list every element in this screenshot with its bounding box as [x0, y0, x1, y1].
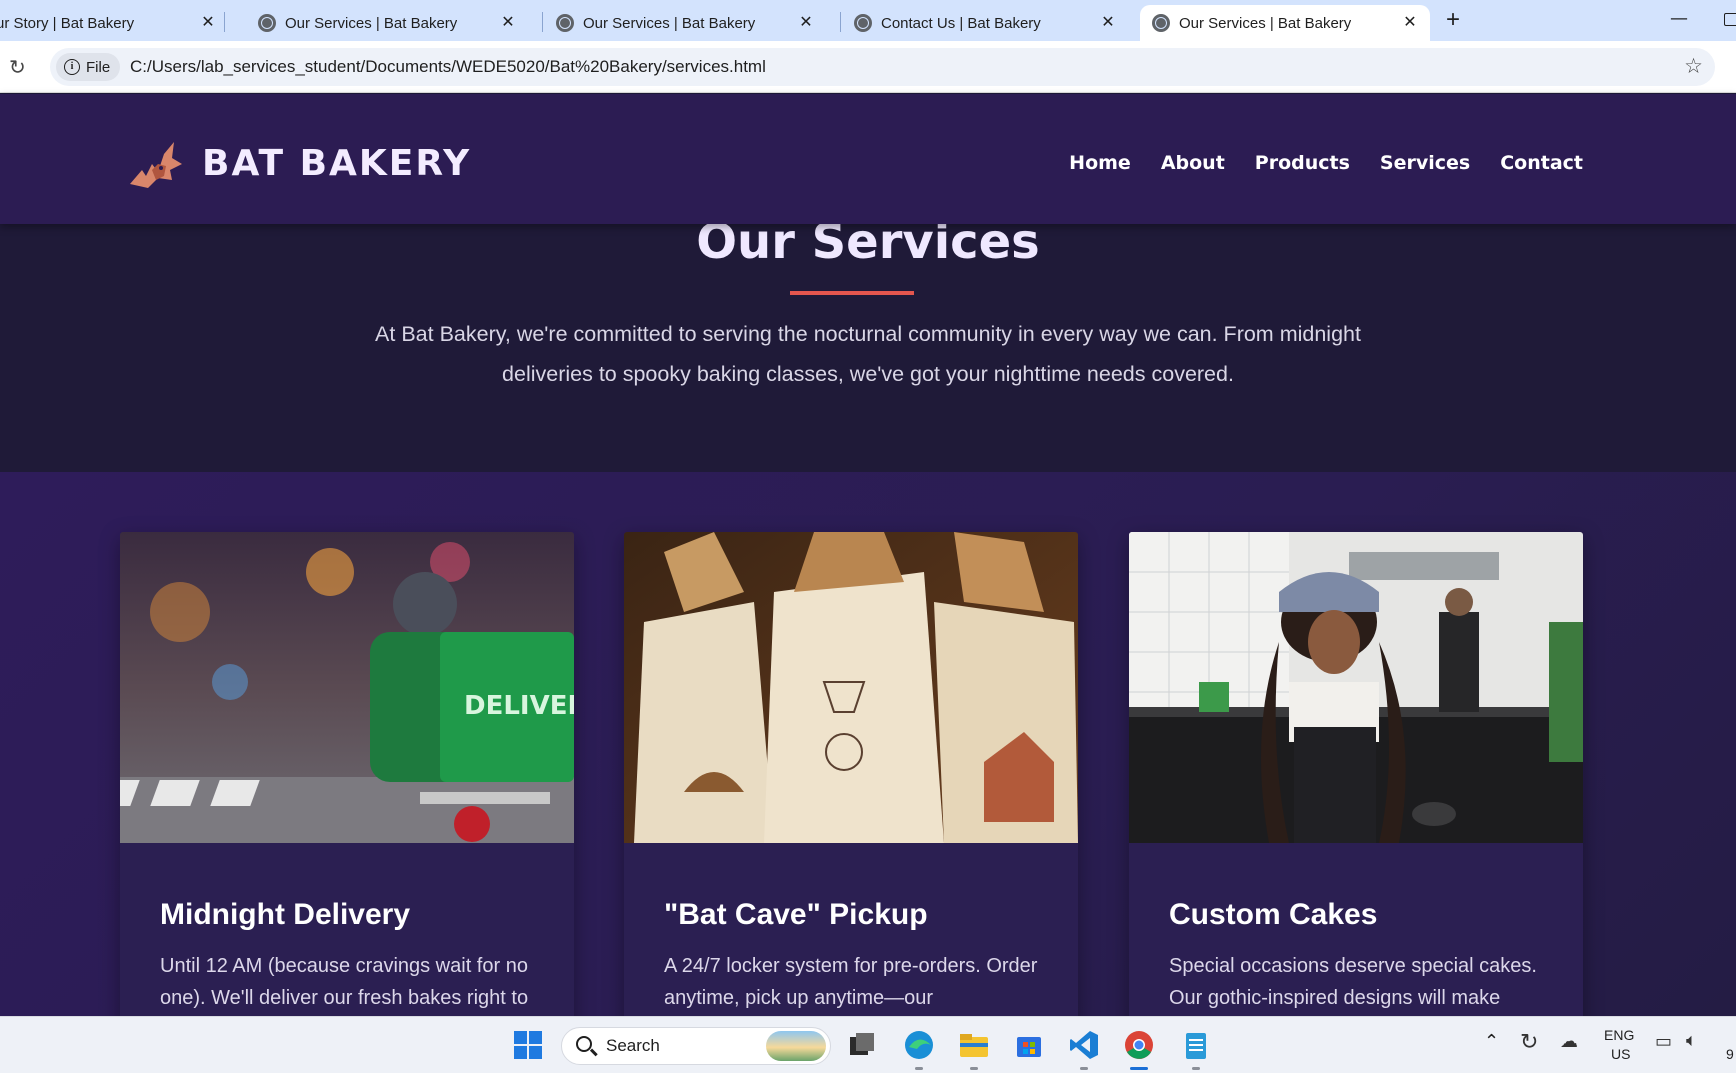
tab-separator [542, 12, 543, 32]
tab-title: Our Services | Bat Bakery [1179, 14, 1352, 32]
baker-kitchen-image [1129, 532, 1583, 843]
close-icon[interactable]: ✕ [1400, 12, 1420, 32]
globe-icon [556, 14, 574, 32]
microsoft-store-icon[interactable] [1013, 1029, 1045, 1061]
task-view-icon[interactable] [846, 1029, 878, 1061]
running-indicator [915, 1067, 923, 1070]
tab-title: Contact Us | Bat Bakery [881, 14, 1041, 32]
services-grid: DELIVERY Midnight Delivery Until 12 AM (… [0, 472, 1736, 1032]
taskbar-search-label: Search [606, 1036, 660, 1055]
close-icon[interactable]: ✕ [796, 12, 816, 32]
bookmark-star-icon[interactable]: ☆ [1684, 54, 1703, 78]
service-description: Special occasions deserve special cakes.… [1169, 955, 1537, 1009]
tab-title: Our Services | Bat Bakery [285, 14, 458, 32]
chrome-icon[interactable] [1123, 1029, 1155, 1061]
address-bar[interactable]: i File C:/Users/lab_services_student/Doc… [50, 48, 1715, 86]
running-indicator [1192, 1067, 1200, 1070]
running-indicator [1080, 1067, 1088, 1070]
clock-fragment[interactable]: 9 [1726, 1046, 1734, 1062]
file-explorer-icon[interactable] [958, 1029, 990, 1061]
minimize-icon[interactable]: — [1670, 8, 1688, 29]
service-card-bat-cave-pickup: "Bat Cave" Pickup A 24/7 locker system f… [624, 532, 1078, 1032]
nav-link-contact[interactable]: Contact [1500, 152, 1583, 174]
delivery-bag-label: DELIVERY [464, 691, 574, 721]
browser-tab[interactable]: ur Story | Bat Bakery ✕ [0, 5, 228, 41]
globe-icon [258, 14, 276, 32]
service-title: Custom Cakes [1169, 898, 1378, 931]
site-header: BAT BAKERY Home About Products Services … [0, 94, 1736, 224]
running-indicator [970, 1067, 978, 1070]
site-info-chip[interactable]: i File [56, 53, 121, 81]
tab-separator [224, 12, 225, 32]
service-card-midnight-delivery: DELIVERY Midnight Delivery Until 12 AM (… [120, 532, 574, 1032]
reload-icon[interactable]: ↻ [9, 55, 26, 79]
tab-title: Our Services | Bat Bakery [583, 14, 756, 32]
close-icon[interactable]: ✕ [1098, 12, 1118, 32]
notepad-icon[interactable] [1180, 1029, 1212, 1061]
service-description: A 24/7 locker system for pre-orders. Ord… [664, 955, 1038, 1009]
taskbar-search[interactable]: Search [561, 1027, 831, 1065]
main-nav: Home About Products Services Contact [1069, 152, 1583, 174]
new-tab-button[interactable]: + [1446, 6, 1460, 34]
address-toolbar: ↻ i File C:/Users/lab_services_student/D… [0, 41, 1736, 93]
title-underline [790, 291, 914, 295]
delivery-rider-image: DELIVERY [120, 532, 574, 843]
bat-logo-icon [130, 142, 182, 188]
services-hero: Our Services At Bat Bakery, we're commit… [0, 214, 1736, 472]
browser-tab[interactable]: Our Services | Bat Bakery ✕ [258, 5, 528, 41]
nav-link-products[interactable]: Products [1255, 152, 1350, 174]
browser-tab[interactable]: Contact Us | Bat Bakery ✕ [854, 5, 1128, 41]
service-title: "Bat Cave" Pickup [664, 898, 928, 931]
browser-tab[interactable]: Our Services | Bat Bakery ✕ [556, 5, 826, 41]
vscode-icon[interactable] [1068, 1029, 1100, 1061]
browser-tab-active[interactable]: Our Services | Bat Bakery ✕ [1140, 5, 1430, 41]
nav-link-home[interactable]: Home [1069, 152, 1131, 174]
edge-browser-icon[interactable] [903, 1029, 935, 1061]
service-card-custom-cakes: Custom Cakes Special occasions deserve s… [1129, 532, 1583, 1032]
globe-icon [1152, 14, 1170, 32]
search-highlight-art [766, 1031, 826, 1061]
volume-icon[interactable]: 🔈︎ [1686, 1030, 1697, 1051]
maximize-icon[interactable] [1724, 13, 1736, 26]
globe-icon [854, 14, 872, 32]
search-icon [576, 1036, 592, 1052]
service-description: Until 12 AM (because cravings wait for n… [160, 955, 529, 1009]
file-chip-label: File [86, 58, 111, 76]
network-icon[interactable]: ▭ [1655, 1031, 1672, 1052]
cloud-offline-icon[interactable]: ☁ [1560, 1031, 1578, 1052]
windows-taskbar: Search ⌃ ↻ ☁ ENG US ▭ 🔈︎ 9 [0, 1016, 1736, 1073]
nav-link-services[interactable]: Services [1380, 152, 1470, 174]
sync-icon[interactable]: ↻ [1520, 1029, 1538, 1055]
browser-tab-strip: ur Story | Bat Bakery ✕ Our Services | B… [0, 0, 1736, 41]
language-bottom[interactable]: US [1611, 1046, 1630, 1062]
running-indicator-active [1130, 1067, 1148, 1070]
close-icon[interactable]: ✕ [198, 12, 218, 32]
hero-description: At Bat Bakery, we're committed to servin… [375, 322, 1361, 386]
language-top[interactable]: ENG [1604, 1027, 1634, 1043]
windows-start-icon[interactable] [512, 1029, 544, 1061]
info-icon: i [64, 59, 80, 75]
tab-separator [840, 12, 841, 32]
tab-title: ur Story | Bat Bakery [0, 14, 135, 32]
close-icon[interactable]: ✕ [498, 12, 518, 32]
pastry-boxes-image [624, 532, 1078, 843]
tray-overflow-icon[interactable]: ⌃ [1484, 1031, 1499, 1052]
nav-link-about[interactable]: About [1161, 152, 1225, 174]
brand-name[interactable]: BAT BAKERY [202, 143, 471, 184]
url-text[interactable]: C:/Users/lab_services_student/Documents/… [130, 57, 766, 77]
service-title: Midnight Delivery [160, 898, 411, 931]
